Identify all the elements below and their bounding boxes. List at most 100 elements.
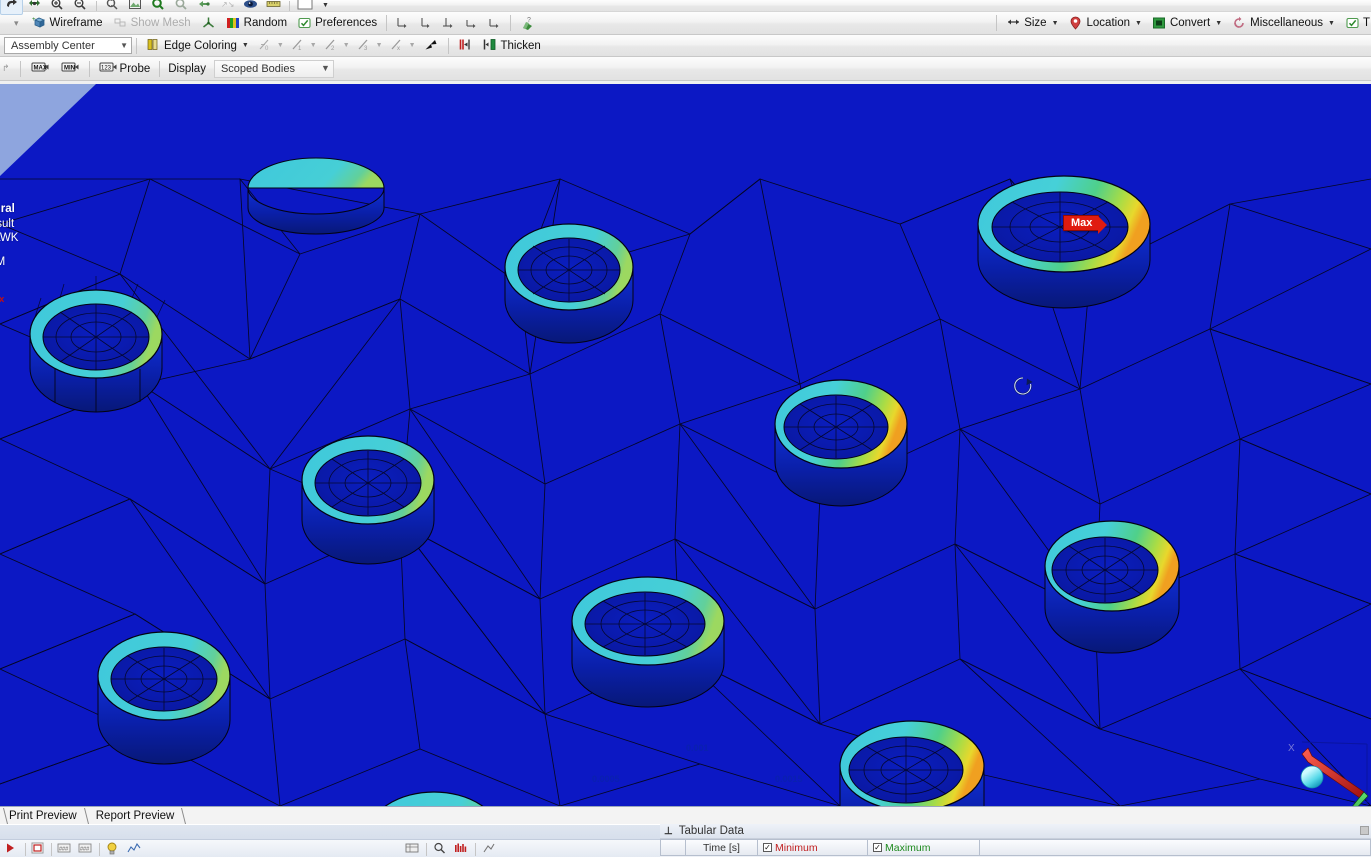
size-icon	[1006, 16, 1021, 31]
annotation-3-button[interactable]	[437, 14, 460, 33]
zoom-to-fit-icon-button[interactable]	[124, 0, 147, 15]
wireframe-button[interactable]: + Wireframe	[27, 14, 108, 33]
bars-icon[interactable]	[454, 842, 469, 857]
chart-settings-icon[interactable]	[482, 842, 497, 857]
chevron-down-icon[interactable]: ▼	[322, 2, 329, 9]
graph-line-icon[interactable]	[127, 842, 142, 857]
result-header-line1: ructural	[0, 203, 15, 215]
location-menu-button[interactable]: Location ▼	[1064, 14, 1147, 33]
svg-text:###: ###	[80, 846, 90, 852]
chevron-down-icon[interactable]: ▼	[343, 42, 350, 49]
assembly-center-combo[interactable]: Assembly Center ▼	[4, 37, 132, 54]
window-color-button[interactable]: ▼	[294, 0, 332, 15]
svg-text:###: ###	[59, 846, 69, 852]
zoom-in-icon-button[interactable]	[46, 0, 69, 15]
edge-thickness-1-button[interactable]: 1 ▼	[287, 36, 320, 55]
minimum-checkbox[interactable]: ✓	[763, 843, 772, 852]
chevron-down-icon[interactable]: ▼	[409, 42, 416, 49]
column-header-maximum[interactable]: ✓ Maximum	[868, 839, 980, 856]
display-scoped-bodies-combo[interactable]: Scoped Bodies ▼	[213, 59, 334, 78]
chevron-down-icon[interactable]: ▼	[1215, 20, 1222, 27]
chevron-down-icon[interactable]: ▼	[277, 42, 284, 49]
mesh-edge-button[interactable]	[453, 36, 478, 55]
pan-icon-button[interactable]	[170, 0, 193, 15]
undo-icon	[4, 0, 19, 13]
zoom-graph-icon[interactable]	[433, 842, 448, 857]
magnify-icon	[151, 0, 166, 13]
legend-color-button[interactable]: ?	[515, 14, 540, 33]
random-axes-button[interactable]	[196, 14, 221, 33]
chevron-down-icon[interactable]: ▼	[1052, 20, 1059, 27]
zoom-out-icon-button[interactable]	[69, 0, 92, 15]
location-icon	[1069, 16, 1084, 31]
probe-button[interactable]: 123 Probe	[94, 59, 156, 78]
divider	[426, 842, 427, 856]
column-header-time[interactable]: Time [s]	[686, 839, 758, 856]
overflow-chevron-icon[interactable]: ↱	[2, 64, 10, 73]
size-menu-button[interactable]: Size ▼	[1001, 14, 1063, 33]
column-header-minimum[interactable]: ✓ Minimum	[758, 839, 868, 856]
thicken-button[interactable]: Thicken	[478, 36, 546, 55]
overflow-chevron-icon[interactable]: ▾	[14, 18, 19, 28]
legend-label: 0.0 Max	[0, 294, 5, 305]
result-header-line3: NLPLWK	[0, 232, 19, 244]
bulb-icon[interactable]	[106, 842, 121, 857]
chevron-down-icon[interactable]: ▼	[120, 41, 128, 50]
show-mesh-button[interactable]: Show Mesh	[108, 14, 196, 33]
edge-thickness-3-button[interactable]: 3 ▼	[353, 36, 386, 55]
annotation-1-button[interactable]	[391, 14, 414, 33]
chevron-down-icon[interactable]: ▼	[1135, 20, 1142, 27]
rotate-icon-button[interactable]	[193, 0, 216, 15]
tolerance-label: T	[1362, 17, 1370, 29]
maximum-checkbox[interactable]: ✓	[873, 843, 882, 852]
box-zoom-icon-button[interactable]	[101, 0, 124, 15]
edge-coloring-button[interactable]: Edge Coloring ▼	[141, 36, 254, 55]
annotation-2-button[interactable]	[414, 14, 437, 33]
magnify-icon-button[interactable]	[147, 0, 170, 15]
annotation-4-button[interactable]	[460, 14, 483, 33]
previous-view-icon-button[interactable]: ↗↘	[216, 0, 239, 15]
chevron-down-icon[interactable]: ▼	[310, 42, 317, 49]
miscellaneous-menu-button[interactable]: Miscellaneous ▼	[1227, 14, 1340, 33]
max-annotation-tag[interactable]: Max	[1063, 215, 1108, 234]
toolbar-edge-graphics: Assembly Center ▼ Edge Coloring ▼ 0 ▼ 1 …	[0, 35, 1371, 57]
scrollbar-thumb[interactable]	[1360, 826, 1369, 835]
fea-result-rendering: X Y	[0, 84, 1371, 806]
chevron-down-icon[interactable]: ▼	[321, 64, 330, 73]
toolbar-display: ▾ + Wireframe Show Mesh Random Preferenc…	[0, 12, 1371, 35]
edge-thickness-0-button[interactable]: 0 ▼	[254, 36, 287, 55]
tolerance-menu-button[interactable]: T	[1340, 14, 1371, 33]
table-icon[interactable]	[405, 842, 420, 857]
svg-text:1: 1	[298, 46, 302, 51]
preferences-button[interactable]: Preferences	[292, 14, 382, 33]
pin-icon[interactable]: ⊥	[664, 826, 673, 837]
column-header-index[interactable]	[660, 839, 686, 856]
stop-icon[interactable]	[31, 842, 46, 857]
ruler-icon-button[interactable]	[262, 0, 285, 15]
annotation-4-icon	[464, 16, 479, 31]
max-probe-button[interactable]: MAX	[25, 59, 55, 78]
min-probe-button[interactable]: MIN	[55, 59, 85, 78]
undo-icon-button[interactable]	[0, 0, 23, 15]
annotation-5-icon	[487, 16, 502, 31]
annotation-5-button[interactable]	[483, 14, 506, 33]
show-vertices-button[interactable]	[419, 36, 444, 55]
thicken-icon	[483, 38, 498, 53]
tab-print-preview[interactable]: Print Preview	[0, 808, 87, 824]
chevron-down-icon[interactable]: ▼	[242, 42, 249, 49]
random-button[interactable]: Random	[221, 14, 292, 33]
fit-icon-button[interactable]	[23, 0, 46, 15]
eye-icon-button[interactable]	[239, 0, 262, 15]
edge-thickness-x-button[interactable]: x ▼	[386, 36, 419, 55]
convert-menu-button[interactable]: Convert ▼	[1147, 14, 1227, 33]
frames-alt-icon[interactable]: ###	[78, 842, 93, 857]
tab-report-preview[interactable]: Report Preview	[87, 808, 185, 824]
chevron-down-icon[interactable]: ▼	[1328, 20, 1335, 27]
rotate-icon	[197, 0, 212, 13]
frames-icon[interactable]: ###	[57, 842, 72, 857]
play-icon[interactable]	[5, 842, 20, 857]
edge-thickness-2-button[interactable]: 2 ▼	[320, 36, 353, 55]
chevron-down-icon[interactable]: ▼	[376, 42, 383, 49]
graphics-viewport[interactable]: X Y ructural d Result NLPLWK 06 PM 0.0 M…	[0, 84, 1371, 806]
legend-label: -6	[0, 398, 50, 413]
